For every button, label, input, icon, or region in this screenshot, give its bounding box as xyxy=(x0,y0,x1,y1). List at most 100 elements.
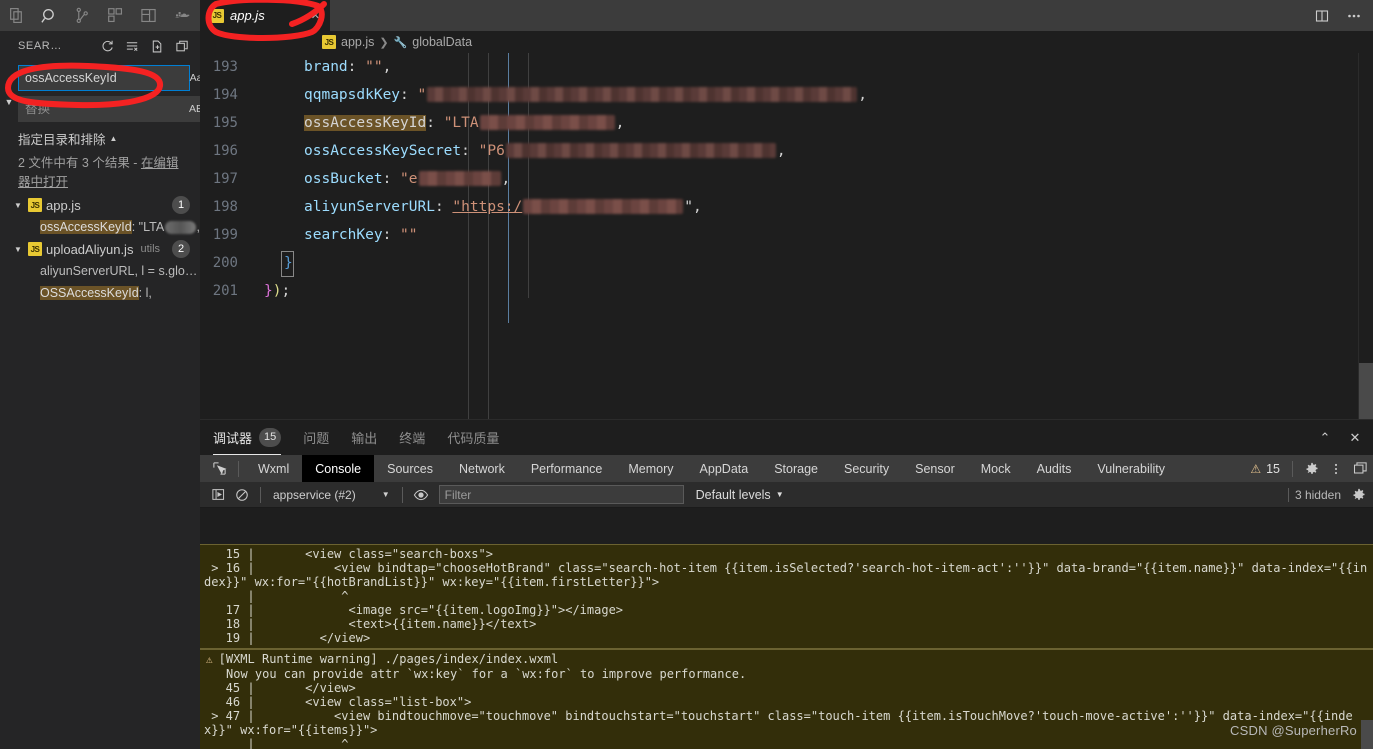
editor-scrollbar-thumb[interactable] xyxy=(1359,363,1373,419)
code-line[interactable]: 200} xyxy=(200,249,1373,277)
search-icon[interactable] xyxy=(33,0,66,31)
devtools-actions: ⚠ 15 xyxy=(1250,455,1371,482)
collapse-all-icon[interactable] xyxy=(170,34,194,58)
devtools-tab-appdata[interactable]: AppData xyxy=(687,455,762,482)
toggle-replace-icon[interactable]: ▼ xyxy=(2,91,16,113)
extensions-icon[interactable] xyxy=(99,0,132,31)
replace-row: AB xyxy=(18,96,225,122)
devtools-tab-performance[interactable]: Performance xyxy=(518,455,616,482)
panel-tab-code-quality[interactable]: 代码质量 xyxy=(447,420,499,455)
docker-icon[interactable] xyxy=(165,0,198,31)
open-in-editor-icon[interactable] xyxy=(145,34,169,58)
code-line[interactable]: 194 qqmapsdkKey: ", xyxy=(200,81,1373,109)
devtools-tab-console[interactable]: Console xyxy=(302,455,375,482)
title-bar: JS app.js ✕ xyxy=(0,0,1373,31)
console-scrollbar-thumb[interactable] xyxy=(1361,720,1373,749)
source-control-icon[interactable] xyxy=(66,0,99,31)
warning-count-label: 15 xyxy=(1266,461,1280,476)
close-icon[interactable]: ✕ xyxy=(311,9,320,22)
code-token: , xyxy=(858,87,867,103)
refresh-icon[interactable] xyxy=(95,34,119,58)
gear-icon[interactable] xyxy=(1301,458,1323,480)
bottom-panel: 调试器 15 问题 输出 终端 代码质量 ⌃ ✕ Wxml Console So… xyxy=(200,419,1373,749)
hidden-messages-note[interactable]: 3 hidden xyxy=(1295,488,1341,502)
panel-tab-debugger[interactable]: 调试器 15 xyxy=(213,420,282,455)
divider xyxy=(1287,488,1289,502)
devtools-tab-sources[interactable]: Sources xyxy=(374,455,446,482)
log-levels-selector[interactable]: Default levels ▼ xyxy=(696,488,784,502)
context-selector[interactable]: appservice (#2) ▼ xyxy=(267,488,396,502)
bracket-match-box xyxy=(281,251,294,277)
console-code-line: 19 | </view> xyxy=(204,631,371,645)
collapse-panel-icon[interactable]: ⌃ xyxy=(1315,427,1335,449)
code-text: }); xyxy=(264,283,290,299)
breadcrumb-symbol[interactable]: globalData xyxy=(412,35,472,49)
devtools-tab-wxml[interactable]: Wxml xyxy=(245,455,302,482)
code-token: : xyxy=(426,115,444,131)
devtools-tab-sensor[interactable]: Sensor xyxy=(902,455,968,482)
dock-side-icon[interactable] xyxy=(1349,458,1371,480)
code-token: aliyunServerURL xyxy=(304,199,435,215)
gear-icon[interactable] xyxy=(1347,484,1371,506)
more-options-icon[interactable] xyxy=(1325,458,1347,480)
search-input-wrapper[interactable]: Aa I .* xyxy=(18,65,242,91)
clear-results-icon[interactable] xyxy=(120,34,144,58)
clear-console-icon[interactable] xyxy=(230,484,254,506)
toggle-search-details[interactable]: 指定目录和排除 ▲ xyxy=(0,122,200,148)
devtools-tab-audits[interactable]: Audits xyxy=(1024,455,1085,482)
console-sidebar-eye-icon[interactable] xyxy=(409,484,433,506)
devtools-tab-network[interactable]: Network xyxy=(446,455,518,482)
result-file-row[interactable]: ▼ JS uploadAliyun.js utils 2 xyxy=(0,238,200,260)
devtools-tab-mock[interactable]: Mock xyxy=(968,455,1024,482)
code-line[interactable]: 196 ossAccessKeySecret: "P6, xyxy=(200,137,1373,165)
console-snippet-entry[interactable]: 15 | <view class="search-boxs"> > 16 | <… xyxy=(200,544,1373,649)
search-input[interactable] xyxy=(25,71,186,85)
result-file-row[interactable]: ▼ JS app.js 1 xyxy=(0,194,200,216)
panel-tab-problems[interactable]: 问题 xyxy=(303,420,329,455)
warning-count[interactable]: ⚠ 15 xyxy=(1250,462,1284,476)
code-line[interactable]: 201}); xyxy=(200,277,1373,305)
console-code-line: | ^ xyxy=(204,737,349,749)
code-text: aliyunServerURL: "https:/ ", xyxy=(264,199,702,215)
code-line[interactable]: 193 brand: "", xyxy=(200,53,1373,81)
code-line[interactable]: 195 ossAccessKeyId: "LTA, xyxy=(200,109,1373,137)
explorer-icon[interactable] xyxy=(0,0,33,31)
line-number: 197 xyxy=(212,171,238,187)
result-match-row[interactable]: aliyunServerURL, l = s.glo… xyxy=(0,260,200,282)
devtools-tab-vulnerability[interactable]: Vulnerability xyxy=(1084,455,1178,482)
console-filter-input[interactable] xyxy=(438,485,684,504)
split-editor-icon[interactable] xyxy=(1307,0,1337,31)
inspect-element-icon[interactable] xyxy=(206,458,232,480)
chevron-down-icon[interactable]: ▼ xyxy=(12,245,24,254)
line-number: 201 xyxy=(212,283,238,299)
run-debug-icon[interactable] xyxy=(132,0,165,31)
result-match-row[interactable]: ossAccessKeyId: "LTA, xyxy=(0,216,200,238)
execution-context-icon[interactable] xyxy=(206,484,230,506)
breadcrumb-file[interactable]: app.js xyxy=(341,35,374,49)
code-line[interactable]: 198 aliyunServerURL: "https:/ ", xyxy=(200,193,1373,221)
close-panel-icon[interactable]: ✕ xyxy=(1345,427,1365,449)
panel-tab-label: 终端 xyxy=(399,430,426,446)
code-line[interactable]: 199 searchKey: "" xyxy=(200,221,1373,249)
breadcrumb[interactable]: JS app.js ❯ 🔧 globalData xyxy=(200,31,1373,53)
replace-input-wrapper[interactable]: AB xyxy=(18,96,209,122)
devtools-tab-storage[interactable]: Storage xyxy=(761,455,831,482)
console-output[interactable]: 15 | <view class="search-boxs"> > 16 | <… xyxy=(200,544,1373,749)
replace-input[interactable] xyxy=(25,102,186,116)
result-match-row[interactable]: OSSAccessKeyId: l, xyxy=(0,282,200,304)
chevron-down-icon[interactable]: ▼ xyxy=(12,201,24,210)
code-editor[interactable]: 193 brand: "", 194 qqmapsdkKey: ", 195 ossAcc… xyxy=(200,53,1373,419)
log-levels-value: Default levels xyxy=(695,487,771,502)
sidebar-title: SEAR… xyxy=(18,40,62,52)
console-warning-entry[interactable]: ⚠ [WXML Runtime warning] ./pages/index/in… xyxy=(200,649,1373,749)
editor-tab-app-js[interactable]: JS app.js ✕ xyxy=(200,0,330,31)
result-file-name: app.js xyxy=(46,197,81,213)
more-actions-icon[interactable] xyxy=(1339,0,1369,31)
devtools-tab-security[interactable]: Security xyxy=(831,455,902,482)
line-number: 195 xyxy=(212,115,238,131)
code-line[interactable]: 197 ossBucket: "e, xyxy=(200,165,1373,193)
panel-tab-terminal[interactable]: 终端 xyxy=(399,420,425,455)
devtools-tab-memory[interactable]: Memory xyxy=(615,455,686,482)
code-text: ossAccessKeyId: "LTA, xyxy=(264,115,624,131)
panel-tab-output[interactable]: 输出 xyxy=(351,420,377,455)
